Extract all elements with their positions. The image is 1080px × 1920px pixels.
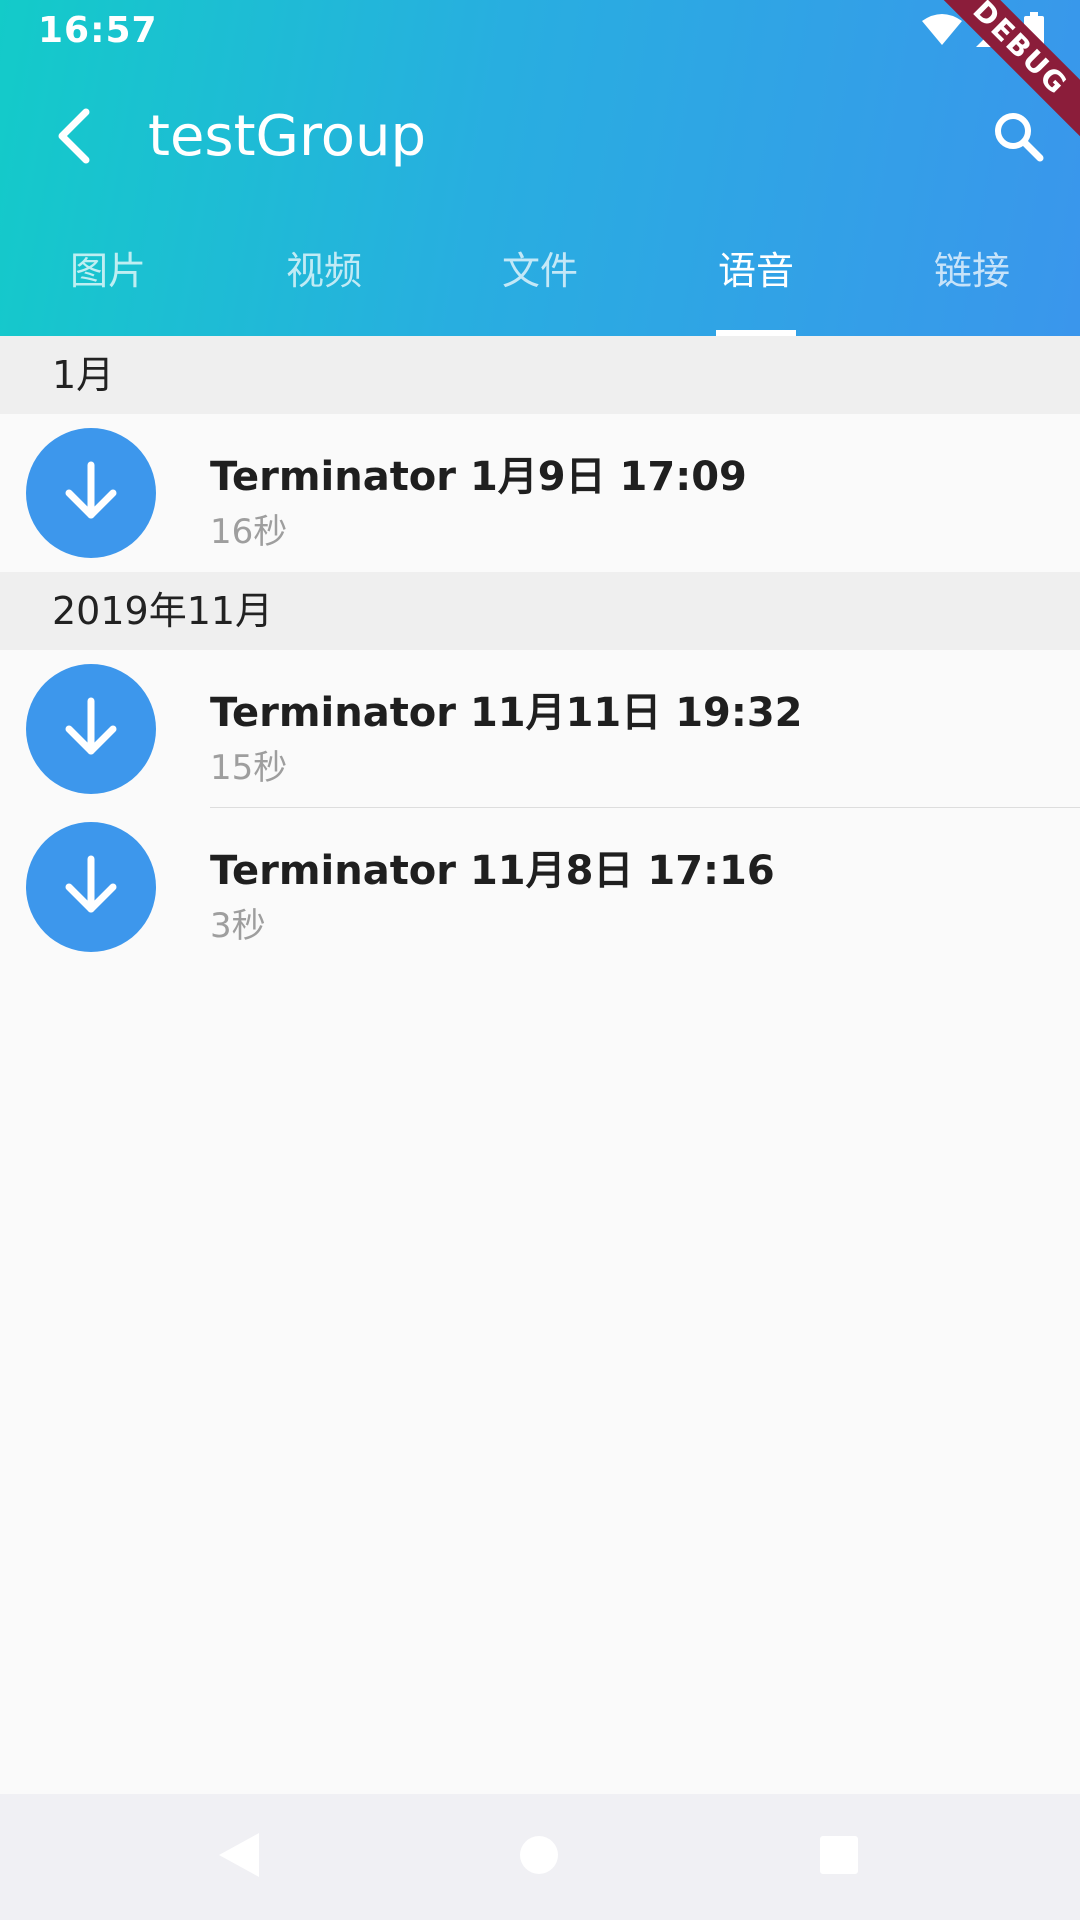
tab-images[interactable]: 图片: [0, 226, 216, 336]
back-button[interactable]: [36, 100, 112, 176]
tab-label: 语音: [717, 249, 794, 293]
back-arrow-icon: [54, 108, 94, 168]
page-title: testGroup: [148, 104, 427, 169]
tab-voice[interactable]: 语音: [648, 226, 864, 336]
download-icon: [63, 697, 119, 761]
wifi-icon: [922, 13, 962, 51]
item-duration: 15秒: [210, 748, 288, 788]
search-icon: [992, 110, 1044, 166]
tab-label: 图片: [69, 249, 146, 293]
nav-back-icon: [217, 1831, 261, 1883]
download-button[interactable]: [26, 664, 156, 794]
system-nav-bar: [0, 1794, 1080, 1920]
section-header: 2019年11月: [0, 572, 1080, 650]
tab-videos[interactable]: 视频: [216, 226, 432, 336]
toolbar: testGroup: [0, 72, 1080, 202]
nav-recents-icon: [819, 1835, 859, 1879]
status-time: 16:57: [38, 10, 158, 51]
tab-bar: 图片 视频 文件 语音 链接: [0, 226, 1080, 336]
tab-files[interactable]: 文件: [432, 226, 648, 336]
download-button[interactable]: [26, 428, 156, 558]
tab-links[interactable]: 链接: [864, 226, 1080, 336]
nav-home-button[interactable]: [506, 1824, 572, 1890]
status-bar: 16:57 DEBUG: [0, 0, 1080, 155]
nav-back-button[interactable]: [206, 1824, 272, 1890]
nav-recents-button[interactable]: [806, 1824, 872, 1890]
tab-label: 文件: [501, 249, 578, 293]
app-bar: 16:57 DEBUG testGroup 图片 视频 文件 语音 链接: [0, 0, 1080, 336]
voice-list: 1月 Terminator 1月9日 17:09 16秒 2019年11月 Te…: [0, 336, 1080, 966]
tab-label: 链接: [933, 249, 1010, 293]
nav-home-icon: [519, 1835, 559, 1879]
download-icon: [63, 461, 119, 525]
item-duration: 16秒: [210, 512, 288, 552]
download-button[interactable]: [26, 822, 156, 952]
list-item[interactable]: Terminator 11月8日 17:16 3秒: [0, 808, 1080, 966]
list-item[interactable]: Terminator 11月11日 19:32 15秒: [0, 650, 1080, 808]
item-title: Terminator 11月11日 19:32: [210, 690, 803, 736]
item-title: Terminator 11月8日 17:16: [210, 848, 775, 894]
section-header: 1月: [0, 336, 1080, 414]
download-icon: [63, 855, 119, 919]
item-duration: 3秒: [210, 906, 266, 946]
list-item[interactable]: Terminator 1月9日 17:09 16秒: [0, 414, 1080, 572]
tab-label: 视频: [285, 249, 362, 293]
item-title: Terminator 1月9日 17:09: [210, 454, 747, 500]
search-button[interactable]: [980, 100, 1056, 176]
